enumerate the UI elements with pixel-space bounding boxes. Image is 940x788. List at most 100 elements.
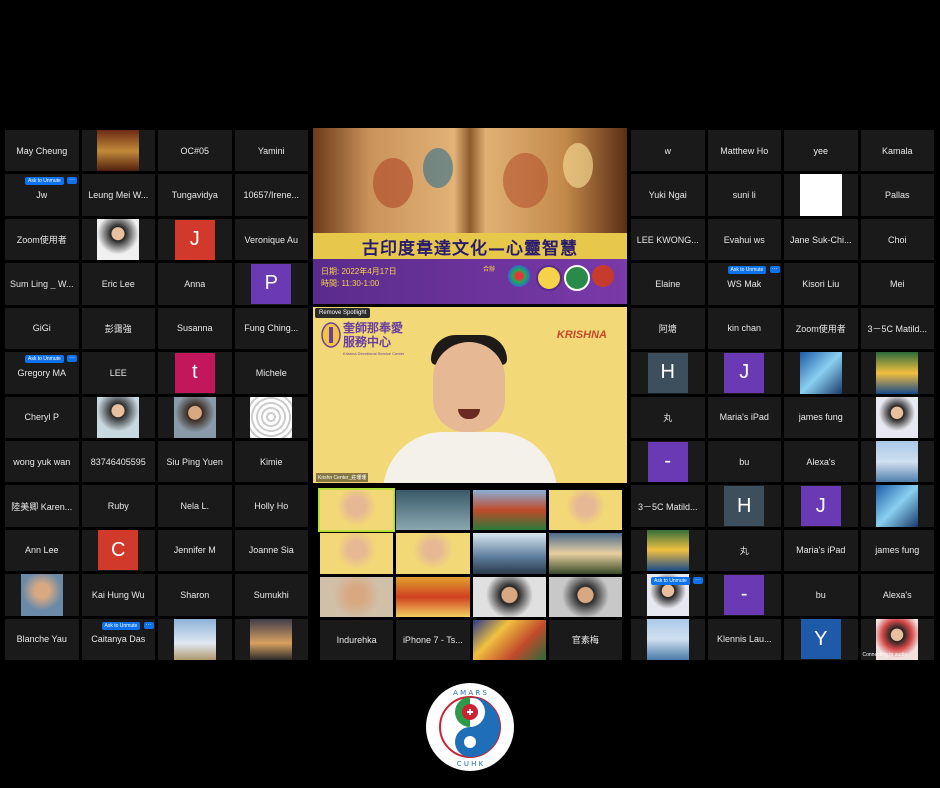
left-participant-tile[interactable]: Michele — [234, 352, 308, 394]
right-participant-tile[interactable]: Alexa's — [860, 574, 934, 616]
right-participant-tile[interactable]: james fung — [860, 529, 934, 572]
right-participant-tile[interactable]: Pallas — [860, 174, 934, 216]
thumbnail-tile[interactable]: iPhone 7 - Ts... — [396, 619, 470, 660]
right-participant-tile[interactable]: Klennis Lau... — [707, 618, 781, 660]
thumbnail-tile[interactable]: Indurehka — [320, 619, 394, 660]
right-participant-tile[interactable]: Jane Suk-Chi... — [784, 218, 858, 261]
thumbnail-tile[interactable] — [396, 490, 470, 531]
more-options-icon[interactable]: ··· — [143, 621, 154, 629]
ask-to-unmute-button[interactable]: Ask to Unmute — [25, 355, 64, 364]
left-participant-tile[interactable]: Zoom使用者 — [5, 218, 79, 261]
right-participant-tile[interactable] — [631, 529, 705, 572]
left-participant-tile[interactable] — [5, 574, 79, 616]
right-participant-tile[interactable]: w — [631, 130, 705, 172]
right-participant-tile[interactable]: bu — [784, 574, 858, 616]
right-participant-tile[interactable]: Mei — [860, 263, 934, 305]
left-participant-tile[interactable]: wong yuk wan — [5, 440, 79, 483]
left-participant-tile[interactable]: Yamini — [234, 130, 308, 172]
left-participant-tile[interactable]: Sharon — [158, 574, 232, 616]
left-participant-tile[interactable]: Susanna — [158, 307, 232, 350]
left-participant-tile[interactable]: Cheryl P — [5, 396, 79, 438]
thumbnail-tile[interactable] — [472, 533, 546, 574]
left-participant-tile[interactable]: Caitanya Das Ask to Unmute ··· — [81, 618, 155, 660]
right-participant-tile[interactable]: Kamala — [860, 130, 934, 172]
left-participant-tile[interactable]: J — [158, 218, 232, 261]
ask-to-unmute-button[interactable]: Ask to Unmute — [651, 577, 690, 586]
right-participant-tile[interactable]: Ask to Unmute ··· — [631, 574, 705, 616]
left-participant-tile[interactable]: Sum Ling _ W... — [5, 263, 79, 305]
thumbnail-tile[interactable] — [396, 533, 470, 574]
right-participant-tile[interactable]: Maria's iPad — [707, 396, 781, 438]
right-participant-tile[interactable]: H — [631, 352, 705, 394]
left-participant-tile[interactable]: t — [158, 352, 232, 394]
left-participant-tile[interactable]: Kimie — [234, 440, 308, 483]
right-participant-tile[interactable]: 3－5C Matild... — [631, 485, 705, 527]
right-participant-tile[interactable]: suni li — [707, 174, 781, 216]
left-participant-tile[interactable]: Sumukhi — [234, 574, 308, 616]
right-participant-tile[interactable]: - — [631, 440, 705, 483]
thumbnail-tile[interactable] — [548, 533, 622, 574]
left-participant-tile[interactable]: GiGi — [5, 307, 79, 350]
left-participant-tile[interactable]: Veronique Au — [234, 218, 308, 261]
left-participant-tile[interactable] — [81, 130, 155, 172]
left-participant-tile[interactable]: 彭靄強 — [81, 307, 155, 350]
left-participant-tile[interactable] — [81, 218, 155, 261]
left-participant-tile[interactable] — [234, 618, 308, 660]
right-participant-tile[interactable]: J — [707, 352, 781, 394]
left-participant-tile[interactable] — [158, 618, 232, 660]
left-participant-tile[interactable] — [81, 396, 155, 438]
left-participant-tile[interactable]: 83746405595 — [81, 440, 155, 483]
right-participant-tile[interactable]: Kisori Liu — [784, 263, 858, 305]
left-participant-tile[interactable]: Gregory MA Ask to Unmute ··· — [5, 352, 79, 394]
right-participant-tile[interactable]: Connecting to audio — [860, 618, 934, 660]
right-participant-tile[interactable]: Matthew Ho — [707, 130, 781, 172]
left-participant-tile[interactable]: 10657/Irene... — [234, 174, 308, 216]
more-options-icon[interactable]: ··· — [67, 177, 77, 185]
right-participant-tile[interactable]: bu — [707, 440, 781, 483]
left-participant-tile[interactable]: May Cheung — [5, 130, 79, 172]
right-participant-tile[interactable]: 丸 — [707, 529, 781, 572]
right-participant-tile[interactable]: 丸 — [631, 396, 705, 438]
right-participant-tile[interactable]: 阿塘 — [631, 307, 705, 350]
right-participant-tile[interactable]: Maria's iPad — [784, 529, 858, 572]
thumbnail-tile[interactable] — [472, 490, 546, 531]
thumbnail-tile[interactable] — [472, 619, 546, 660]
thumbnail-tile[interactable] — [317, 487, 396, 533]
left-participant-tile[interactable]: Holly Ho — [234, 485, 308, 527]
thumbnail-tile[interactable] — [472, 576, 546, 617]
left-participant-tile[interactable] — [234, 396, 308, 438]
right-participant-tile[interactable]: Zoom使用者 — [784, 307, 858, 350]
right-participant-tile[interactable] — [784, 174, 858, 216]
right-participant-tile[interactable] — [860, 485, 934, 527]
right-participant-tile[interactable] — [860, 352, 934, 394]
thumbnail-tile[interactable] — [320, 576, 394, 617]
right-participant-tile[interactable]: J — [784, 485, 858, 527]
right-participant-tile[interactable]: WS Mak Ask to Unmute ··· — [707, 263, 781, 305]
left-participant-tile[interactable]: Kai Hung Wu — [81, 574, 155, 616]
remove-spotlight-button[interactable]: Remove Spotlight — [315, 308, 371, 318]
left-participant-tile[interactable]: Eric Lee — [81, 263, 155, 305]
right-participant-tile[interactable]: kin chan — [707, 307, 781, 350]
left-participant-tile[interactable]: OC#05 — [158, 130, 232, 172]
left-participant-tile[interactable]: Leung Mei W... — [81, 174, 155, 216]
left-participant-tile[interactable]: Tungavidya — [158, 174, 232, 216]
right-participant-tile[interactable]: Evahui ws — [707, 218, 781, 261]
more-options-icon[interactable]: ··· — [67, 355, 77, 363]
left-participant-tile[interactable] — [158, 396, 232, 438]
ask-to-unmute-button[interactable]: Ask to Unmute — [101, 621, 141, 630]
left-participant-tile[interactable]: P — [234, 263, 308, 305]
more-options-icon[interactable]: ··· — [693, 577, 703, 585]
thumbnail-tile[interactable]: 官素梅 — [548, 619, 622, 660]
right-participant-tile[interactable] — [784, 352, 858, 394]
thumbnail-tile[interactable] — [548, 490, 622, 531]
right-participant-tile[interactable]: 3－5C Matild... — [860, 307, 934, 350]
right-participant-tile[interactable]: Elaine — [631, 263, 705, 305]
left-participant-tile[interactable]: Jw Ask to Unmute ··· — [5, 174, 79, 216]
more-options-icon[interactable]: ··· — [769, 266, 780, 274]
left-participant-tile[interactable]: Nela L. — [158, 485, 232, 527]
right-participant-tile[interactable]: LEE KWONG... — [631, 218, 705, 261]
left-participant-tile[interactable]: 陸美卿 Karen... — [5, 485, 79, 527]
left-participant-tile[interactable]: Fung Ching... — [234, 307, 308, 350]
ask-to-unmute-button[interactable]: Ask to Unmute — [727, 266, 767, 275]
right-participant-tile[interactable]: Choi — [860, 218, 934, 261]
